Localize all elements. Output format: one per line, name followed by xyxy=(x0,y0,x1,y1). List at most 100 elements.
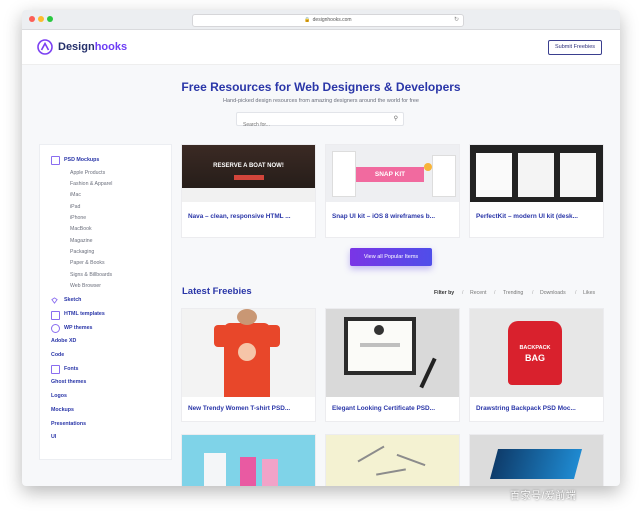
pin xyxy=(376,468,406,476)
close-window-icon[interactable] xyxy=(29,16,35,22)
product-tube xyxy=(240,457,256,486)
product-box xyxy=(204,453,226,486)
sidebar-item-logos[interactable]: Logos xyxy=(51,393,67,399)
card-thumbnail xyxy=(182,435,315,486)
sidebar-subitem[interactable]: iPad xyxy=(70,204,80,210)
card-thumbnail: RESERVE A BOAT NOW! xyxy=(182,145,315,202)
sidebar-item-sketch[interactable]: Sketch xyxy=(64,297,81,303)
sidebar-subitem[interactable]: Signs & Billboards xyxy=(70,272,112,278)
wordpress-icon xyxy=(51,324,60,333)
card-thumbnail: BACKPACK BAG xyxy=(470,309,603,397)
latest-card[interactable] xyxy=(469,434,604,486)
lock-icon: 🔒 xyxy=(304,17,311,23)
sidebar-item-html-templates[interactable]: HTML templates xyxy=(64,311,105,317)
hero-subtitle: Hand-picked design resources from amazin… xyxy=(223,98,419,104)
reload-icon[interactable]: ↻ xyxy=(454,15,459,26)
sidebar-item-fonts[interactable]: Fonts xyxy=(64,366,78,372)
sidebar-subitem[interactable]: Fashion & Apparel xyxy=(70,181,112,187)
certificate-seal xyxy=(374,325,384,335)
certificate-line xyxy=(360,343,400,347)
minimize-window-icon[interactable] xyxy=(38,16,44,22)
card-thumbnail: SNAP KIT xyxy=(326,145,459,202)
sidebar-subitem[interactable]: Magazine xyxy=(70,238,93,244)
browser-window: 🔒 designhooks.com ↻ Designhooks Submit Fr… xyxy=(22,10,620,486)
thumb-bar xyxy=(234,175,264,180)
filter-label: Filter by xyxy=(434,290,455,296)
psd-icon xyxy=(51,156,60,165)
latest-card[interactable]: New Trendy Women T-shirt PSD... xyxy=(181,308,316,422)
category-sidebar: PSD Mockups Apple Products Fashion & App… xyxy=(39,144,172,460)
sidebar-subitem[interactable]: Web Browser xyxy=(70,283,101,289)
sidebar-item-code[interactable]: Code xyxy=(51,352,64,358)
watermark-text: 百家号/爱前端 xyxy=(510,491,577,502)
card-caption[interactable]: Snap UI kit – iOS 8 wireframes b... xyxy=(332,213,454,220)
popular-card[interactable]: SNAP KIT Snap UI kit – iOS 8 wireframes … xyxy=(325,144,460,238)
filter-separator: / xyxy=(462,290,464,296)
view-all-popular-button[interactable]: View all Popular Items xyxy=(350,248,432,266)
logo-text-design: Design xyxy=(58,41,95,53)
card-caption[interactable]: PerfectKit – modern UI kit (desk... xyxy=(476,213,598,220)
sidebar-item-ui[interactable]: UI xyxy=(51,434,56,440)
thumb-text: RESERVE A BOAT NOW! xyxy=(213,163,284,169)
latest-card[interactable] xyxy=(181,434,316,486)
sidebar-subitem[interactable]: iPhone xyxy=(70,215,86,221)
card-thumbnail xyxy=(326,435,459,486)
filter-likes[interactable]: Likes xyxy=(583,290,595,296)
sidebar-item-presentations[interactable]: Presentations xyxy=(51,421,86,427)
filter-separator: / xyxy=(575,290,577,296)
sidebar-subitem[interactable]: iMac xyxy=(70,192,81,198)
thumb-strip xyxy=(182,188,315,202)
card-thumbnail xyxy=(182,309,315,397)
submit-freebies-button[interactable]: Submit Freebies xyxy=(548,40,602,55)
latest-card[interactable]: Elegant Looking Certificate PSD... xyxy=(325,308,460,422)
popular-card[interactable]: PerfectKit – modern UI kit (desk... xyxy=(469,144,604,238)
browser-titlebar: 🔒 designhooks.com ↻ xyxy=(22,10,620,30)
card-caption[interactable]: Elegant Looking Certificate PSD... xyxy=(332,405,454,412)
filter-separator: / xyxy=(532,290,534,296)
device-screen xyxy=(489,449,583,479)
tshirt-sleeve xyxy=(214,325,228,347)
logo-text-hooks: hooks xyxy=(94,41,128,53)
latest-card[interactable]: BACKPACK BAG Drawstring Backpack PSD Moc… xyxy=(469,308,604,422)
sketch-icon xyxy=(51,297,58,304)
pin xyxy=(396,453,426,467)
sketch-icon xyxy=(424,163,432,171)
filter-separator: / xyxy=(494,290,496,296)
pin xyxy=(357,445,385,463)
sidebar-item-wp-themes[interactable]: WP themes xyxy=(64,325,92,331)
popular-card[interactable]: RESERVE A BOAT NOW! Nava – clean, respon… xyxy=(181,144,316,238)
sidebar-subitem[interactable]: MacBook xyxy=(70,226,92,232)
sidebar-item-adobe-xd[interactable]: Adobe XD xyxy=(51,338,76,344)
filter-recent[interactable]: Recent xyxy=(470,290,486,296)
search-icon[interactable]: ⚲ xyxy=(394,115,398,122)
fonts-icon xyxy=(51,365,60,374)
sidebar-item-mockups[interactable]: Mockups xyxy=(51,407,74,413)
card-thumbnail xyxy=(470,145,603,202)
sidebar-subitem[interactable]: Packaging xyxy=(70,249,94,255)
thumb-panel xyxy=(432,155,456,197)
sidebar-subitem[interactable]: Apple Products xyxy=(70,170,105,176)
address-bar[interactable]: 🔒 designhooks.com ↻ xyxy=(192,14,464,27)
hero-title: Free Resources for Web Designers & Devel… xyxy=(181,80,461,94)
sidebar-item-psd-mockups[interactable]: PSD Mockups xyxy=(64,157,99,163)
thumb-page xyxy=(518,153,554,197)
sidebar-item-ghost-themes[interactable]: Ghost themes xyxy=(51,379,86,385)
card-caption[interactable]: Drawstring Backpack PSD Moc... xyxy=(476,405,598,412)
product-tube xyxy=(262,459,278,486)
latest-card[interactable] xyxy=(325,434,460,486)
filter-trending[interactable]: Trending xyxy=(503,290,523,296)
search-input[interactable] xyxy=(237,119,383,131)
logo-icon[interactable] xyxy=(37,39,53,55)
filter-downloads[interactable]: Downloads xyxy=(540,290,566,296)
pen xyxy=(419,357,437,389)
card-caption[interactable]: New Trendy Women T-shirt PSD... xyxy=(188,405,310,412)
sidebar-subitem[interactable]: Paper & Books xyxy=(70,260,105,266)
search-box: ⚲ xyxy=(236,112,404,131)
bag-label-backpack: BACKPACK xyxy=(519,345,551,351)
card-caption[interactable]: Nava – clean, responsive HTML ... xyxy=(188,213,310,220)
bag-label-bag: BAG xyxy=(525,353,545,363)
maximize-window-icon[interactable] xyxy=(47,16,53,22)
site-header: Designhooks Submit Freebies xyxy=(22,30,620,65)
thumb-page xyxy=(476,153,512,197)
logo-text[interactable]: Designhooks xyxy=(58,41,127,53)
